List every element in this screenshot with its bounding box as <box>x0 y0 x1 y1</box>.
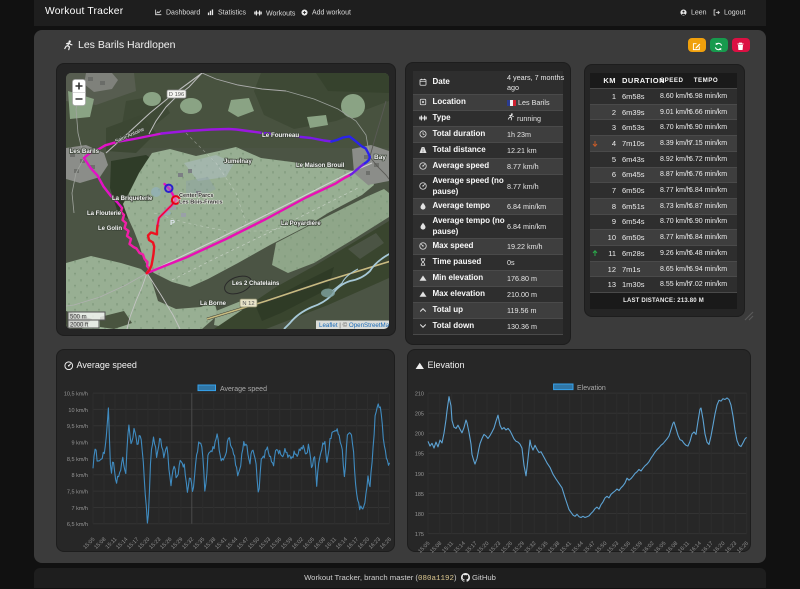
svg-text:10 km/h: 10 km/h <box>68 408 88 414</box>
svg-text:8 km/h: 8 km/h <box>71 473 88 479</box>
svg-text:La Borne: La Borne <box>200 301 227 307</box>
svg-text:190: 190 <box>415 472 424 478</box>
svg-text:205: 205 <box>415 412 424 418</box>
svg-text:D 196: D 196 <box>168 92 183 98</box>
svg-text:15:08: 15:08 <box>93 537 107 551</box>
svg-text:7 km/h: 7 km/h <box>71 506 88 512</box>
svg-text:Center Parcs: Center Parcs <box>179 193 214 199</box>
svg-text:Jumelnay: Jumelnay <box>224 159 252 165</box>
svg-text:N 12: N 12 <box>242 301 254 307</box>
svg-text:200: 200 <box>415 432 424 438</box>
svg-text:Le Maison Brouil: Le Maison Brouil <box>296 163 345 169</box>
svg-text:Les Barils: Les Barils <box>69 148 99 155</box>
svg-text:8,5 km/h: 8,5 km/h <box>67 457 88 463</box>
svg-text:Average speed: Average speed <box>220 386 267 393</box>
svg-text:185: 185 <box>415 492 424 498</box>
svg-text:La Flouterie: La Flouterie <box>87 211 122 217</box>
svg-text:9,5 km/h: 9,5 km/h <box>67 424 88 430</box>
svg-text:Les Bois-Francs: Les Bois-Francs <box>179 199 223 205</box>
svg-text:2000 ft: 2000 ft <box>70 322 89 328</box>
svg-text:Leaflet | © OpenStreetMap: Leaflet | © OpenStreetMap <box>319 322 389 329</box>
svg-text:16:08: 16:08 <box>313 537 327 551</box>
svg-text:La Briqueterie: La Briqueterie <box>112 196 153 202</box>
svg-text:180: 180 <box>415 512 424 518</box>
svg-text:Les 2 Chatelains: Les 2 Chatelains <box>232 281 280 287</box>
svg-text:175: 175 <box>415 532 424 538</box>
svg-text:La Poyardière: La Poyardière <box>281 221 321 227</box>
svg-text:9 km/h: 9 km/h <box>71 441 88 447</box>
svg-text:16:26: 16:26 <box>736 541 750 553</box>
svg-text:10,5 km/h: 10,5 km/h <box>64 392 88 398</box>
svg-text:7,5 km/h: 7,5 km/h <box>67 490 88 496</box>
svg-text:P: P <box>170 218 175 227</box>
svg-text:Elevation: Elevation <box>577 385 606 392</box>
svg-text:195: 195 <box>415 452 424 458</box>
svg-text:Le Golin: Le Golin <box>98 226 122 232</box>
svg-text:210: 210 <box>415 392 424 398</box>
svg-text:Bay: Bay <box>374 154 386 161</box>
svg-text:16:26: 16:26 <box>379 537 393 551</box>
svg-text:Le Fourneau: Le Fourneau <box>262 132 299 139</box>
svg-text:6,5 km/h: 6,5 km/h <box>67 522 88 528</box>
